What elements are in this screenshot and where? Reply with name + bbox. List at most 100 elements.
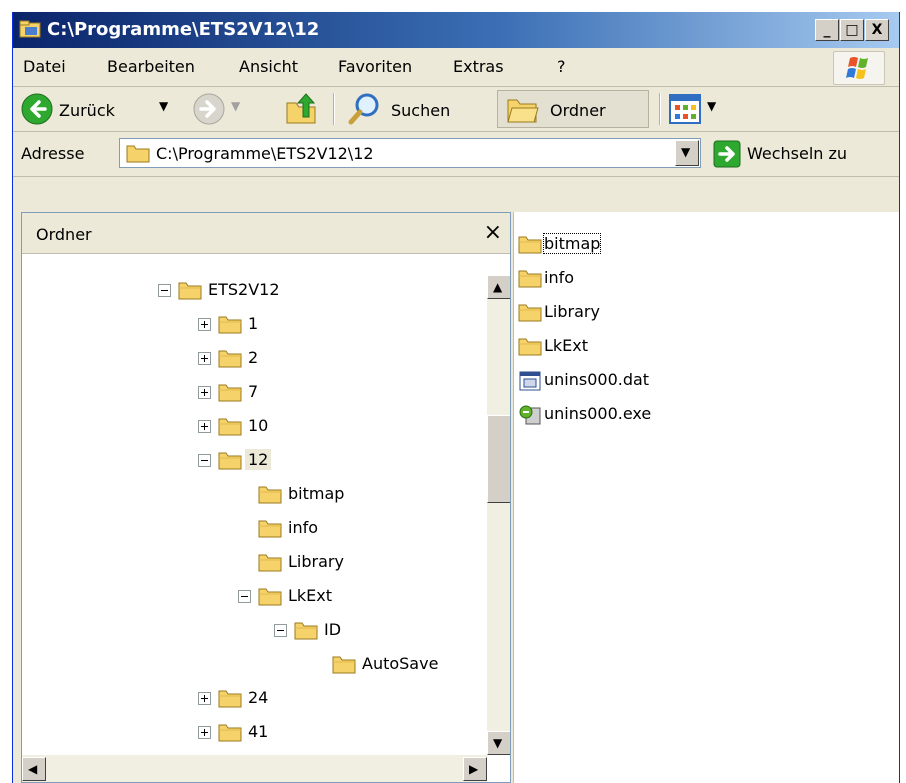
menu-help[interactable]: ?: [557, 57, 566, 76]
arrow-down-icon: ▼: [493, 736, 503, 750]
tree-item[interactable]: bitmap: [22, 479, 482, 509]
back-arrow-icon[interactable]: [21, 93, 53, 125]
tree-item[interactable]: 10: [22, 411, 482, 441]
tree-item[interactable]: 2: [22, 343, 482, 373]
folders-button[interactable]: Ordner: [497, 90, 649, 128]
scroll-right-button[interactable]: ▶: [463, 757, 487, 781]
collapse-minus-icon[interactable]: [158, 284, 171, 297]
address-dropdown-button[interactable]: ▼: [675, 140, 699, 166]
expand-plus-icon[interactable]: [198, 726, 211, 739]
scroll-up-button[interactable]: ▲: [487, 275, 510, 299]
tree-item[interactable]: Library: [22, 547, 482, 577]
tree-item[interactable]: 7: [22, 377, 482, 407]
file-item[interactable]: unins000.exe: [518, 400, 878, 430]
folder-icon: [218, 722, 242, 742]
folders-icon: [507, 99, 539, 123]
folder-icon: [294, 620, 318, 640]
search-button[interactable]: Suchen: [391, 101, 450, 120]
tree-item-label: 7: [248, 382, 259, 401]
file-item[interactable]: Library: [518, 298, 878, 328]
folder-up-icon[interactable]: [285, 91, 319, 127]
collapse-minus-icon[interactable]: [274, 624, 287, 637]
horizontal-scrollbar[interactable]: ◀ ▶: [22, 755, 487, 782]
folders-label: Ordner: [550, 101, 606, 120]
close-pane-icon[interactable]: ×: [484, 220, 502, 245]
folder-icon: [518, 336, 542, 358]
installer-icon: [518, 404, 542, 426]
file-item[interactable]: bitmap: [518, 230, 878, 260]
folder-pane-header: Ordner ×: [22, 213, 510, 254]
forward-arrow-icon[interactable]: [193, 93, 225, 125]
file-item[interactable]: unins000.dat: [518, 366, 878, 396]
expand-plus-icon[interactable]: [198, 692, 211, 705]
address-value: C:\Programme\ETS2V12\12: [156, 144, 374, 163]
scroll-thumb[interactable]: [487, 415, 510, 503]
folder-pane-title: Ordner: [36, 225, 92, 244]
maximize-button[interactable]: □: [840, 19, 864, 41]
forward-dropdown-icon[interactable]: ▼: [231, 99, 240, 113]
tree-item[interactable]: LkExt: [22, 581, 482, 611]
folder-icon: [258, 586, 282, 606]
file-item[interactable]: LkExt: [518, 332, 878, 362]
tree-item-label: ETS2V12: [208, 280, 280, 299]
expand-plus-icon[interactable]: [198, 420, 211, 433]
tree-item[interactable]: 1: [22, 309, 482, 339]
folder-icon: [518, 234, 542, 256]
expand-plus-icon[interactable]: [198, 386, 211, 399]
folder-icon: [218, 314, 242, 334]
expand-plus-icon[interactable]: [198, 318, 211, 331]
tree-item[interactable]: 24: [22, 683, 482, 713]
search-icon[interactable]: [347, 92, 381, 126]
views-icon[interactable]: [669, 94, 701, 124]
title-bar[interactable]: C:\Programme\ETS2V12\12 _ □ X: [13, 12, 899, 48]
tree-item[interactable]: 41: [22, 717, 482, 747]
collapse-minus-icon[interactable]: [198, 454, 211, 467]
folder-window-icon: [19, 20, 41, 38]
dat-file-icon: [518, 370, 542, 392]
menu-extras[interactable]: Extras: [453, 57, 504, 76]
window-title: C:\Programme\ETS2V12\12: [47, 19, 320, 40]
menu-datei[interactable]: Datei: [23, 57, 66, 76]
address-input[interactable]: C:\Programme\ETS2V12\12 ▼: [119, 138, 701, 168]
file-item[interactable]: info: [518, 264, 878, 294]
tree-item[interactable]: ETS2V12: [22, 275, 482, 305]
collapse-minus-icon[interactable]: [238, 590, 251, 603]
close-button[interactable]: X: [865, 19, 889, 41]
folder-icon: [178, 280, 202, 300]
tree-item[interactable]: info: [22, 513, 482, 543]
toolbar: Zurück ▼ ▼ Suchen Ordner ▼: [13, 87, 899, 132]
go-button[interactable]: Wechseln zu: [747, 144, 847, 163]
vertical-scrollbar[interactable]: ▲ ▼: [487, 275, 510, 755]
menu-favoriten[interactable]: Favoriten: [338, 57, 412, 76]
folder-icon: [258, 552, 282, 572]
address-label: Adresse: [21, 144, 85, 163]
file-name: LkExt: [544, 336, 589, 355]
folder-icon: [218, 688, 242, 708]
tree-item-label: Library: [288, 552, 344, 571]
tree-item-label: info: [288, 518, 319, 537]
file-name: unins000.dat: [544, 370, 650, 389]
scroll-down-button[interactable]: ▼: [487, 731, 510, 755]
views-dropdown-icon[interactable]: ▼: [707, 99, 716, 113]
go-arrow-icon[interactable]: [713, 140, 741, 168]
tree-item-label: 10: [248, 416, 269, 435]
chevron-down-icon: ▼: [681, 145, 691, 159]
windows-flag-icon: [846, 57, 868, 79]
menu-bearbeiten[interactable]: Bearbeiten: [107, 57, 195, 76]
tree-item[interactable]: ID: [22, 615, 482, 645]
folder-icon: [218, 348, 242, 368]
file-name: info: [544, 268, 575, 287]
minimize-button[interactable]: _: [815, 19, 839, 41]
tree-item[interactable]: AutoSave: [22, 649, 482, 679]
menu-ansicht[interactable]: Ansicht: [239, 57, 298, 76]
expand-plus-icon[interactable]: [198, 352, 211, 365]
tree-item-label: LkExt: [288, 586, 333, 605]
scroll-left-button[interactable]: ◀: [22, 757, 46, 781]
back-button[interactable]: Zurück: [59, 101, 115, 120]
tree-item-label: ID: [324, 620, 342, 639]
arrow-right-icon: ▶: [469, 762, 479, 776]
tree-item-label: 41: [248, 722, 269, 741]
tree-item[interactable]: 12: [22, 445, 482, 475]
back-dropdown-icon[interactable]: ▼: [159, 99, 168, 113]
tree-item-label: 24: [248, 688, 269, 707]
